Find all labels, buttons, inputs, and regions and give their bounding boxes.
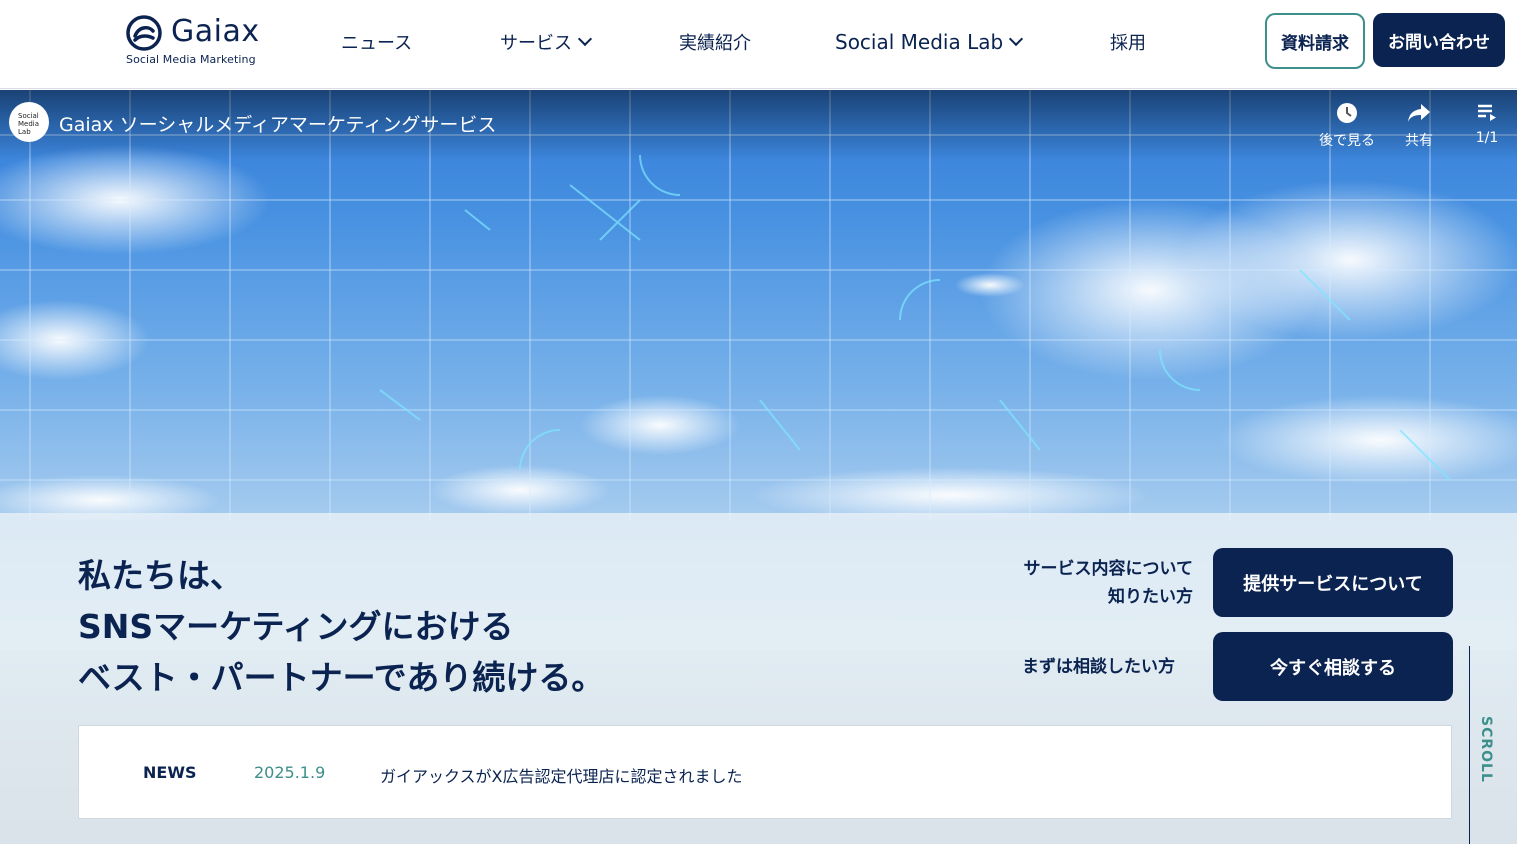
nav-recruit-label: 採用 [1110,33,1146,54]
headline-line-3: ベスト・パートナーであり続ける。 [78,658,605,697]
scroll-indicator[interactable]: SCROLL [1469,646,1509,844]
share-button[interactable]: 共有 [1389,102,1449,150]
share-arrow-icon [1408,104,1430,122]
nav-case-studies-label: 実績紹介 [679,33,751,54]
request-documents-button[interactable]: 資料請求 [1265,13,1365,69]
news-headline-link[interactable]: ガイアックスがX広告認定代理店に認定されました [380,763,742,787]
nav-social-media-lab[interactable]: Social Media Lab [835,29,1024,55]
hero-headline: 私たちは、 SNSマーケティングにおける ベスト・パートナーであり続ける。 [78,550,604,703]
gaiax-logo-icon [126,15,162,51]
video-title-bar: Social Media Lab Gaiax ソーシャルメディアマーケティングサ… [0,90,1517,160]
consult-now-button[interactable]: 今すぐ相談する [1213,632,1453,701]
logo-name: Gaiax [171,14,260,49]
cta-services-text-line-2: 知りたい方 [1108,586,1193,607]
nav-social-media-lab-label: Social Media Lab [835,30,1004,54]
scroll-label: SCROLL [1478,716,1494,783]
cta-services-text-line-1: サービス内容について [1023,558,1194,579]
chevron-down-icon [577,31,593,47]
playlist-icon [1478,104,1496,121]
hero-video[interactable]: Social Media Lab Gaiax ソーシャルメディアマーケティングサ… [0,90,1517,844]
nav-services-label: サービス [500,33,572,54]
cta-services-row: サービス内容について 知りたい方 提供サービスについて [1024,548,1453,617]
nav-news-label: ニュース [341,33,413,54]
services-button[interactable]: 提供サービスについて [1213,548,1453,617]
clock-icon [1337,103,1357,123]
contact-button[interactable]: お問い合わせ [1373,13,1505,67]
cta-services-text: サービス内容について 知りたい方 [1024,555,1194,611]
nav-recruit[interactable]: 採用 [1110,29,1146,55]
share-label: 共有 [1405,133,1433,149]
news-label: NEWS [143,763,197,782]
news-date: 2025.1.9 [254,763,326,782]
news-bar[interactable]: NEWS 2025.1.9 ガイアックスがX広告認定代理店に認定されました [78,725,1452,819]
channel-avatar-text: Social Media Lab [18,112,40,136]
site-header: Gaiax Social Media Marketing ニュース サービス 実… [0,0,1517,89]
playlist-button[interactable]: 1/1 [1457,102,1517,146]
chevron-down-icon [1009,31,1024,47]
playlist-count: 1/1 [1475,130,1499,146]
nav-case-studies[interactable]: 実績紹介 [679,29,751,55]
video-title[interactable]: Gaiax ソーシャルメディアマーケティングサービス [59,110,496,137]
nav-news[interactable]: ニュース [341,29,412,55]
cta-consult-text: まずは相談したい方 [1022,656,1175,677]
logo-tagline: Social Media Marketing [126,53,256,66]
gaiax-logo[interactable]: Gaiax Social Media Marketing [125,14,260,70]
headline-line-2: SNSマーケティングにおける [78,607,514,646]
watch-later-button[interactable]: 後で見る [1317,102,1377,150]
watch-later-label: 後で見る [1319,133,1375,149]
cta-consult-row: まずは相談したい方 今すぐ相談する [1022,632,1453,701]
channel-avatar[interactable]: Social Media Lab [9,102,49,142]
headline-line-1: 私たちは、 [78,556,243,595]
nav-services[interactable]: サービス [500,29,593,55]
